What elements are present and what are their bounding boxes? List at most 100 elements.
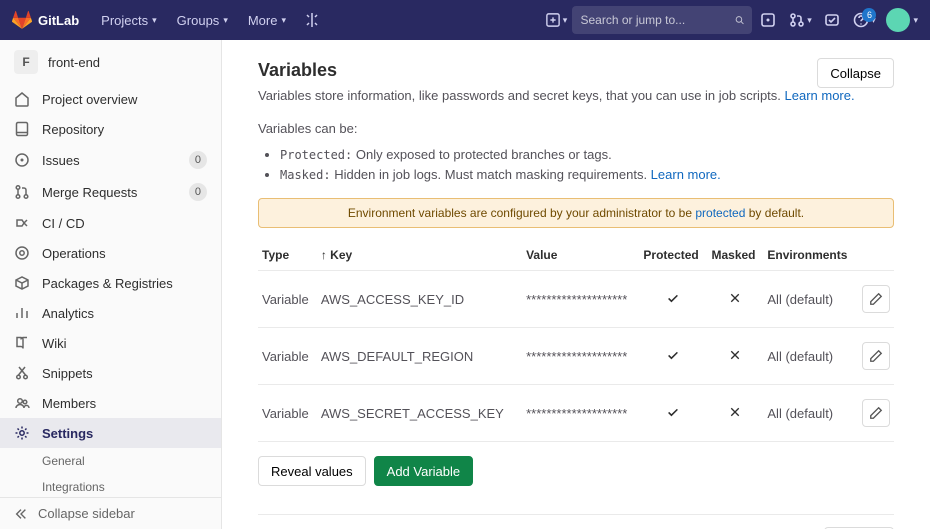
x-icon (729, 292, 741, 304)
cell-masked (707, 385, 763, 442)
wiki-icon (14, 335, 30, 351)
cell-key: AWS_ACCESS_KEY_ID (317, 271, 522, 328)
search-icon (735, 13, 744, 27)
sidebar-item-label: Wiki (42, 336, 67, 351)
sidebar-item-label: Operations (42, 246, 106, 261)
section-title: Variables (258, 60, 894, 81)
sidebar-item-label: Issues (42, 153, 80, 168)
new-menu-button[interactable]: ▾ (540, 0, 572, 40)
x-icon (729, 406, 741, 418)
sidebar-item-project-overview[interactable]: Project overview (0, 84, 221, 114)
edit-variable-button[interactable] (862, 342, 890, 370)
list-item: Protected: Only exposed to protected bra… (280, 145, 894, 166)
chevron-down-icon: ▾ (281, 15, 286, 26)
top-navbar: GitLab Projects▾ Groups▾ More▾ ▾ ▾ 6 ▾ ▾ (0, 0, 930, 40)
merge-requests-shortcut-icon[interactable]: ▾ (784, 0, 816, 40)
sidebar-item-label: Project overview (42, 92, 137, 107)
cell-masked (707, 328, 763, 385)
cicd-icon (14, 215, 30, 231)
sidebar-item-label: Snippets (42, 366, 93, 381)
pencil-icon (869, 292, 883, 306)
cell-env: All (default) (763, 385, 858, 442)
home-icon (14, 91, 30, 107)
global-search[interactable] (572, 6, 752, 34)
help-icon[interactable]: 6 ▾ (848, 0, 880, 40)
sidebar-item-members[interactable]: Members (0, 388, 221, 418)
user-avatar[interactable] (886, 8, 910, 32)
main-content: Collapse Variables Variables store infor… (222, 40, 930, 529)
check-icon (666, 291, 680, 305)
cell-env: All (default) (763, 328, 858, 385)
section-variables: Collapse Variables Variables store infor… (258, 56, 894, 504)
sidebar-item-snippets[interactable]: Snippets (0, 358, 221, 388)
reveal-values-button[interactable]: Reveal values (258, 456, 366, 486)
search-input[interactable] (580, 13, 735, 27)
repo-icon (14, 121, 30, 137)
col-masked: Masked (707, 240, 763, 271)
nav-groups[interactable]: Groups▾ (167, 0, 238, 40)
sidebar-item-repository[interactable]: Repository (0, 114, 221, 144)
col-value: Value (522, 240, 639, 271)
sidebar-item-label: Settings (42, 426, 93, 441)
chevron-double-left-icon (14, 507, 28, 521)
collapse-sidebar-button[interactable]: Collapse sidebar (0, 497, 221, 529)
variables-table: Type ↑ Key Value Protected Masked Enviro… (258, 240, 894, 442)
sidebar-item-settings[interactable]: Settings (0, 418, 221, 448)
sidebar-item-analytics[interactable]: Analytics (0, 298, 221, 328)
sidebar-item-merge-requests[interactable]: Merge Requests0 (0, 176, 221, 208)
collapse-button[interactable]: Collapse (817, 58, 894, 88)
project-sidebar: F front-end Project overview Repository Is… (0, 40, 222, 529)
cell-type: Variable (258, 271, 317, 328)
sidebar-item-operations[interactable]: Operations (0, 238, 221, 268)
x-icon (729, 349, 741, 361)
learn-more-link[interactable]: Learn more. (651, 167, 721, 182)
cell-key: AWS_DEFAULT_REGION (317, 328, 522, 385)
sidebar-item-ci-cd[interactable]: CI / CD (0, 208, 221, 238)
admin-alert: Environment variables are configured by … (258, 198, 894, 228)
brand-label: GitLab (38, 13, 79, 28)
shortcuts-icon[interactable] (296, 0, 328, 40)
edit-variable-button[interactable] (862, 399, 890, 427)
protected-link[interactable]: protected (695, 206, 745, 220)
cell-protected (639, 385, 707, 442)
project-avatar: F (14, 50, 38, 74)
list-item: Masked: Hidden in job logs. Must match m… (280, 165, 894, 186)
project-header[interactable]: F front-end (0, 40, 221, 84)
chevron-down-icon: ▾ (152, 15, 157, 26)
issues-shortcut-icon[interactable] (752, 0, 784, 40)
nav-more[interactable]: More▾ (238, 0, 296, 40)
edit-variable-button[interactable] (862, 285, 890, 313)
sidebar-item-label: Merge Requests (42, 185, 137, 200)
cell-value: ******************** (522, 385, 639, 442)
cell-key: AWS_SECRET_ACCESS_KEY (317, 385, 522, 442)
members-icon (14, 395, 30, 411)
cell-value: ******************** (522, 271, 639, 328)
cell-type: Variable (258, 385, 317, 442)
gitlab-logo[interactable]: GitLab (12, 10, 79, 30)
todos-icon[interactable] (816, 0, 848, 40)
issues-icon (14, 152, 30, 168)
cell-type: Variable (258, 328, 317, 385)
chevron-down-icon: ▾ (223, 15, 228, 26)
table-row: VariableAWS_DEFAULT_REGION**************… (258, 328, 894, 385)
col-protected: Protected (639, 240, 707, 271)
sidebar-item-wiki[interactable]: Wiki (0, 328, 221, 358)
sidebar-sub-item-general[interactable]: General (0, 448, 221, 474)
ops-icon (14, 245, 30, 261)
learn-more-link[interactable]: Learn more. (785, 88, 855, 103)
cell-value: ******************** (522, 328, 639, 385)
sidebar-item-packages-registries[interactable]: Packages & Registries (0, 268, 221, 298)
cell-protected (639, 271, 707, 328)
col-key: ↑ Key (317, 240, 522, 271)
sidebar-item-label: CI / CD (42, 216, 85, 231)
nav-projects[interactable]: Projects▾ (91, 0, 167, 40)
check-icon (666, 405, 680, 419)
add-variable-button[interactable]: Add Variable (374, 456, 473, 486)
pencil-icon (869, 349, 883, 363)
sidebar-item-label: Repository (42, 122, 104, 137)
sidebar-item-label: Members (42, 396, 96, 411)
sidebar-item-issues[interactable]: Issues 0 (0, 144, 221, 176)
count-badge: 0 (189, 151, 207, 169)
chevron-down-icon: ▾ (807, 15, 812, 26)
variable-type-list: Protected: Only exposed to protected bra… (258, 145, 894, 187)
